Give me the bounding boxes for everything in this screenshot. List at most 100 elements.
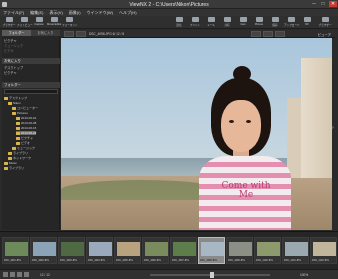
- menu-window[interactable]: ウインドウ(W): [87, 10, 113, 16]
- filmstrip-thumbnail[interactable]: DSC_4098.JPG: [198, 237, 225, 264]
- thumbnail-caption: DSC_4096.JPG: [144, 259, 162, 262]
- rotate-icon[interactable]: [17, 272, 22, 277]
- tree-item[interactable]: コンピューター: [12, 106, 38, 110]
- thumbnail-image: [89, 242, 112, 256]
- rating-icon[interactable]: [10, 272, 15, 277]
- folder-icon: [4, 161, 8, 165]
- tab-favorites[interactable]: お気に入り: [31, 30, 60, 36]
- toolbar-geo-button[interactable]: Geo: [236, 17, 250, 28]
- tab-folders[interactable]: フォルダー: [2, 30, 31, 36]
- tree-item[interactable]: ネットワーク: [8, 156, 31, 160]
- minimize-button[interactable]: ─: [310, 1, 318, 7]
- toolbar-capture-button[interactable]: Capture: [32, 17, 46, 28]
- folder-icon: [16, 126, 20, 130]
- menu-image[interactable]: 画像(I): [69, 10, 81, 16]
- tree-item[interactable]: Pictures: [12, 111, 28, 115]
- toolbar-photoview-button[interactable]: フォトビュー: [17, 17, 33, 28]
- viewer-label: ビューア: [317, 33, 331, 37]
- tree-item[interactable]: ピクチャ: [16, 136, 33, 140]
- filmstrip-thumbnail[interactable]: DSC_4092.JPG: [30, 237, 57, 264]
- maximize-button[interactable]: □: [319, 1, 327, 7]
- image-count: 12 / 12: [40, 273, 50, 277]
- rotate-button[interactable]: [275, 31, 285, 37]
- prev-image-button[interactable]: [64, 31, 74, 37]
- toolbar-send-button[interactable]: 送信: [172, 17, 186, 28]
- folder-icon: [8, 101, 12, 105]
- toolbar-nx-button[interactable]: NX: [300, 17, 314, 28]
- toolbar-browser-right-button[interactable]: ブラウザー: [318, 17, 332, 28]
- filmstrip-thumbnail[interactable]: DSC_4097.JPG: [170, 237, 197, 264]
- toolbar-format-button[interactable]: フォーマット: [62, 17, 78, 28]
- print-icon: [191, 17, 199, 22]
- thumbnail-caption: DSC_4094.JPG: [88, 259, 106, 262]
- toolbar-print-button[interactable]: プリント: [188, 17, 202, 28]
- tree-item[interactable]: 2013-06-01: [16, 116, 36, 120]
- menu-help[interactable]: ヘルプ(H): [119, 10, 137, 16]
- thumbnail-image: [173, 242, 196, 256]
- send-icon: [175, 17, 183, 22]
- toolbar-picture-button[interactable]: Picture: [252, 17, 266, 28]
- tree-item[interactable]: ビデオ: [16, 141, 30, 145]
- folder-path-field[interactable]: [4, 89, 58, 94]
- thumbnail-caption: DSC_4095.JPG: [116, 259, 134, 262]
- folder-icon: [12, 146, 16, 150]
- view-mode-button[interactable]: [251, 31, 261, 37]
- menu-view[interactable]: 表示(V): [49, 10, 62, 16]
- filmstrip-thumbnail[interactable]: DSC_4099.JPG: [226, 237, 253, 264]
- next-image-button[interactable]: [76, 31, 86, 37]
- tree-item[interactable]: ライブラリ: [8, 151, 28, 155]
- favorites-section-header[interactable]: お気に入り: [2, 58, 60, 64]
- tree-item[interactable]: Music: [4, 161, 17, 165]
- next-arrow-icon[interactable]: ›: [332, 125, 335, 135]
- close-button[interactable]: ✕: [329, 1, 337, 7]
- favorite-pictures[interactable]: ピクチャ: [4, 70, 17, 75]
- toolbar-upload-button[interactable]: アップロード: [284, 17, 300, 28]
- delete-icon[interactable]: [24, 272, 29, 277]
- tree-item[interactable]: Nikon: [8, 101, 21, 105]
- menu-edit[interactable]: 編集(E): [30, 10, 43, 16]
- thumbnail-image: [201, 242, 224, 256]
- capture-icon: [35, 17, 43, 22]
- filmstrip-thumbnail[interactable]: DSC_4091.JPG: [2, 237, 29, 264]
- filmstrip-thumbnail[interactable]: DSC_4095.JPG: [114, 237, 141, 264]
- thumbnail-image: [145, 242, 168, 256]
- folder-icon: [4, 96, 8, 100]
- prev-arrow-icon[interactable]: ‹: [61, 125, 64, 135]
- title-bar: ViewNX 2 - C:\Users\Nikon\Pictures ─ □ ✕: [0, 0, 338, 9]
- filmstrip-thumbnail[interactable]: DSC_4093.JPG: [58, 237, 85, 264]
- shirt-print: Come with Me: [221, 181, 271, 200]
- thumbnail-image: [285, 242, 308, 256]
- thumbnail-size-slider[interactable]: [150, 272, 270, 278]
- toolbar-movie-editor-button[interactable]: Movie Editor: [47, 17, 61, 28]
- tree-item[interactable]: ライブラリ: [4, 166, 24, 170]
- filmstrip-thumbnail[interactable]: DSC_4102.JPG: [310, 237, 337, 264]
- filmstrip-thumbnail[interactable]: DSC_4094.JPG: [86, 237, 113, 264]
- toolbar-share-button[interactable]: 共有: [220, 17, 234, 28]
- toolbar-browser-button[interactable]: ブラウザー: [2, 17, 16, 28]
- tree-item[interactable]: 2013-06-15: [16, 126, 36, 130]
- main-photo[interactable]: Come with Me: [61, 38, 332, 230]
- folder-icon: [16, 141, 20, 145]
- slider-knob[interactable]: [210, 272, 214, 278]
- menu-file[interactable]: ファイル(F): [3, 10, 24, 16]
- tree-item[interactable]: 2013-06-08: [16, 121, 36, 125]
- folders-section-header[interactable]: フォルダー: [2, 82, 60, 88]
- filmstrip-thumbnail[interactable]: DSC_4096.JPG: [142, 237, 169, 264]
- toolbar-mail-button[interactable]: メール: [204, 17, 218, 28]
- shortcut-video[interactable]: ビデオ: [4, 48, 14, 53]
- filmstrip-thumbnail[interactable]: DSC_4100.JPG: [254, 237, 281, 264]
- folder-icon: [12, 111, 16, 115]
- tree-item-selected[interactable]: 2013-06-22: [16, 131, 37, 135]
- folder-icon: [16, 136, 20, 140]
- toolbar-save-button[interactable]: 保存: [268, 17, 282, 28]
- label-icon[interactable]: [3, 272, 8, 277]
- folder-icon: [16, 116, 20, 120]
- tree-item[interactable]: ミュージック: [12, 146, 35, 150]
- filmstrip-thumbnail[interactable]: DSC_4101.JPG: [282, 237, 309, 264]
- fit-button[interactable]: [263, 31, 273, 37]
- thumbnail-caption: DSC_4098.JPG: [200, 259, 218, 262]
- grid-icon: [321, 17, 329, 22]
- photo-icon: [20, 17, 28, 22]
- tree-item[interactable]: デスクトップ: [4, 96, 27, 100]
- folder-icon: [16, 121, 20, 125]
